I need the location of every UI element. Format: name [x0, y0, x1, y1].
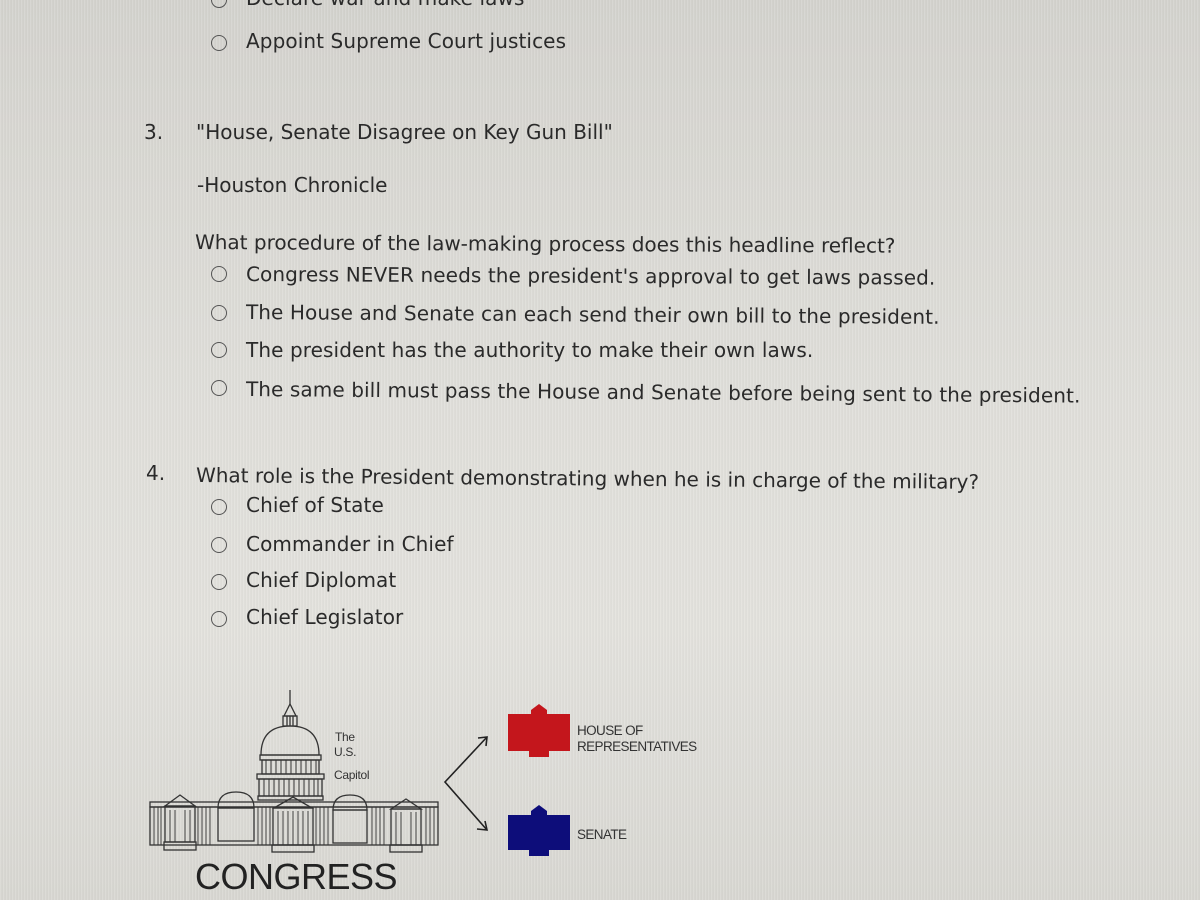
question-4-number: 4.: [146, 461, 166, 485]
radio-declare-war[interactable]: [210, 0, 228, 9]
question-4-prompt: What role is the President demonstrating…: [195, 463, 980, 494]
congress-diagram: The U.S. Capitol CONGRESS HOUSE OF REPRE…: [140, 660, 760, 900]
option-chief-diplomat-label: Chief Diplomat: [246, 568, 397, 592]
house-shape: [508, 704, 570, 757]
house-of-representatives-icon: [508, 704, 570, 757]
q3-option-4-label: The same bill must pass the House and Se…: [245, 377, 1081, 408]
radio-q3-option-4[interactable]: [211, 380, 227, 396]
senate-icon: [508, 805, 570, 856]
radio-chief-legislator[interactable]: [211, 611, 227, 627]
capitol-caption-line-2: U.S.: [334, 745, 357, 759]
radio-chief-diplomat[interactable]: [211, 574, 227, 590]
radio-q3-option-1[interactable]: [211, 266, 227, 282]
question-3-prompt: What procedure of the law-making process…: [194, 230, 896, 258]
senate-label: SENATE: [577, 827, 627, 842]
house-label-line-1: HOUSE OF: [577, 723, 643, 738]
senate-shape: [508, 805, 570, 856]
radio-q3-option-3[interactable]: [211, 342, 227, 358]
question-3-number: 3.: [144, 120, 164, 144]
q3-option-3-label: The president has the authority to make …: [246, 338, 814, 362]
radio-appoint-justices[interactable]: [211, 35, 227, 51]
question-3-source: -Houston Chronicle: [197, 173, 388, 197]
capitol-caption-line-1: The: [335, 730, 355, 744]
option-commander-in-chief-label: Commander in Chief: [246, 532, 454, 556]
q3-option-2-label: The House and Senate can each send their…: [245, 300, 940, 329]
option-chief-of-state-label: Chief of State: [246, 493, 384, 517]
branch-arrows-icon: [443, 736, 489, 831]
house-label-line-2: REPRESENTATIVES: [577, 739, 697, 754]
question-3-headline: "House, Senate Disagree on Key Gun Bill": [196, 120, 613, 144]
radio-commander-in-chief[interactable]: [211, 537, 227, 553]
option-appoint-justices-label: Appoint Supreme Court justices: [246, 29, 567, 53]
option-declare-war-label: Declare war and make laws: [246, 0, 525, 10]
capitol-building-icon: [149, 690, 439, 853]
q3-option-1-label: Congress NEVER needs the president's app…: [245, 262, 936, 290]
capitol-caption-line-3: Capitol: [334, 768, 370, 782]
radio-chief-of-state[interactable]: [211, 499, 227, 515]
option-chief-legislator-label: Chief Legislator: [246, 605, 404, 629]
radio-q3-option-2[interactable]: [211, 305, 227, 321]
diagram-title: CONGRESS: [195, 856, 398, 897]
